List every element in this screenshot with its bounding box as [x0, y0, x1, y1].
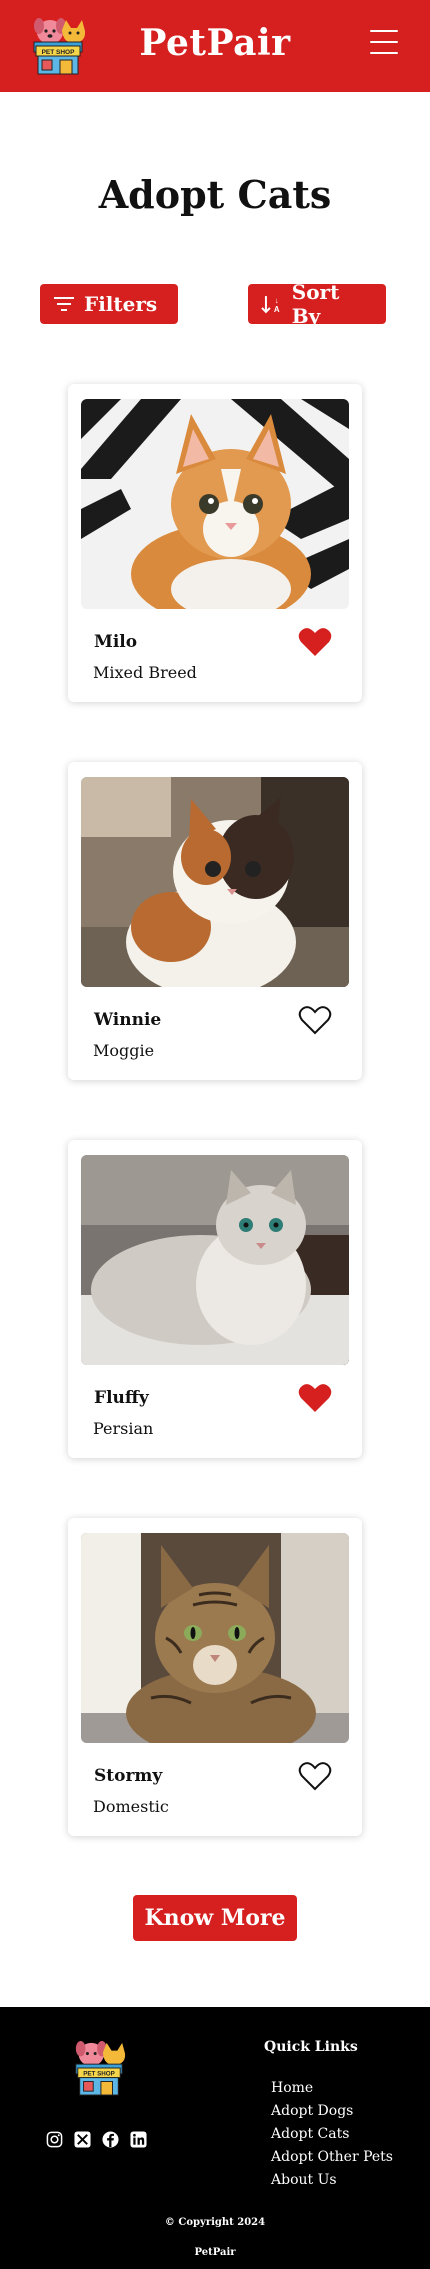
footer-brand: PetPair	[194, 2247, 236, 2258]
pet-name: Winnie	[94, 1010, 162, 1030]
quick-links-list: Home Adopt Dogs Adopt Cats Adopt Other P…	[271, 2077, 393, 2192]
footer-link-about-us[interactable]: About Us	[271, 2169, 393, 2192]
cat-photo-milo	[81, 399, 349, 609]
pet-breed: Moggie	[93, 1041, 155, 1060]
heart-outline-icon[interactable]	[298, 1004, 332, 1036]
cat-photo-stormy	[81, 1533, 349, 1743]
sort-by-button[interactable]: ↓ A Sort By	[248, 280, 386, 328]
instagram-icon[interactable]	[46, 2131, 63, 2148]
sort-label: Sort By	[291, 280, 340, 328]
heart-filled-icon[interactable]	[298, 1382, 332, 1414]
x-icon[interactable]	[74, 2131, 91, 2148]
pet-name: Milo	[94, 632, 138, 652]
footer-logo-sign-text: PET SHOP	[83, 2071, 115, 2078]
filter-icon	[54, 297, 74, 311]
pet-breed: Mixed Breed	[93, 663, 197, 682]
pet-shop-logo[interactable]: PET SHOP	[72, 2039, 126, 2097]
cat-card[interactable]: Milo Mixed Breed	[68, 384, 362, 702]
hamburger-menu-icon[interactable]	[370, 30, 398, 56]
footer-link-adopt-other-pets[interactable]: Adopt Other Pets	[271, 2146, 393, 2169]
brand-title[interactable]: PetPair	[0, 22, 430, 64]
linkedin-icon[interactable]	[130, 2131, 147, 2148]
quick-links-title: Quick Links	[264, 2039, 358, 2055]
filters-button[interactable]: Filters	[40, 284, 178, 324]
social-links	[46, 2131, 147, 2148]
pet-breed: Domestic	[93, 1797, 169, 1816]
copyright-text: © Copyright 2024	[164, 2217, 266, 2228]
site-header: PET SHOP PetPair	[0, 0, 430, 92]
cat-card[interactable]: Stormy Domestic	[68, 1518, 362, 1836]
know-more-button[interactable]: Know More	[133, 1895, 297, 1941]
pet-name: Stormy	[94, 1766, 163, 1786]
pet-breed: Persian	[93, 1419, 154, 1438]
cat-card[interactable]: Winnie Moggie	[68, 762, 362, 1080]
cat-photo-winnie	[81, 777, 349, 987]
cat-card[interactable]: Fluffy Persian	[68, 1140, 362, 1458]
footer-link-home[interactable]: Home	[271, 2077, 393, 2100]
footer-link-adopt-dogs[interactable]: Adopt Dogs	[271, 2100, 393, 2123]
filters-label: Filters	[84, 292, 158, 316]
pet-name: Fluffy	[94, 1388, 149, 1408]
footer-link-adopt-cats[interactable]: Adopt Cats	[271, 2123, 393, 2146]
facebook-icon[interactable]	[102, 2131, 119, 2148]
site-footer: PET SHOP Quick Links Home Adopt Dogs Ado…	[0, 2007, 430, 2269]
svg-text:A: A	[274, 305, 280, 314]
page-title: Adopt Cats	[98, 172, 332, 217]
sort-icon: ↓ A	[261, 296, 280, 314]
cat-photo-fluffy	[81, 1155, 349, 1365]
heart-filled-icon[interactable]	[298, 626, 332, 658]
svg-text:↓: ↓	[275, 296, 279, 305]
heart-outline-icon[interactable]	[298, 1760, 332, 1792]
